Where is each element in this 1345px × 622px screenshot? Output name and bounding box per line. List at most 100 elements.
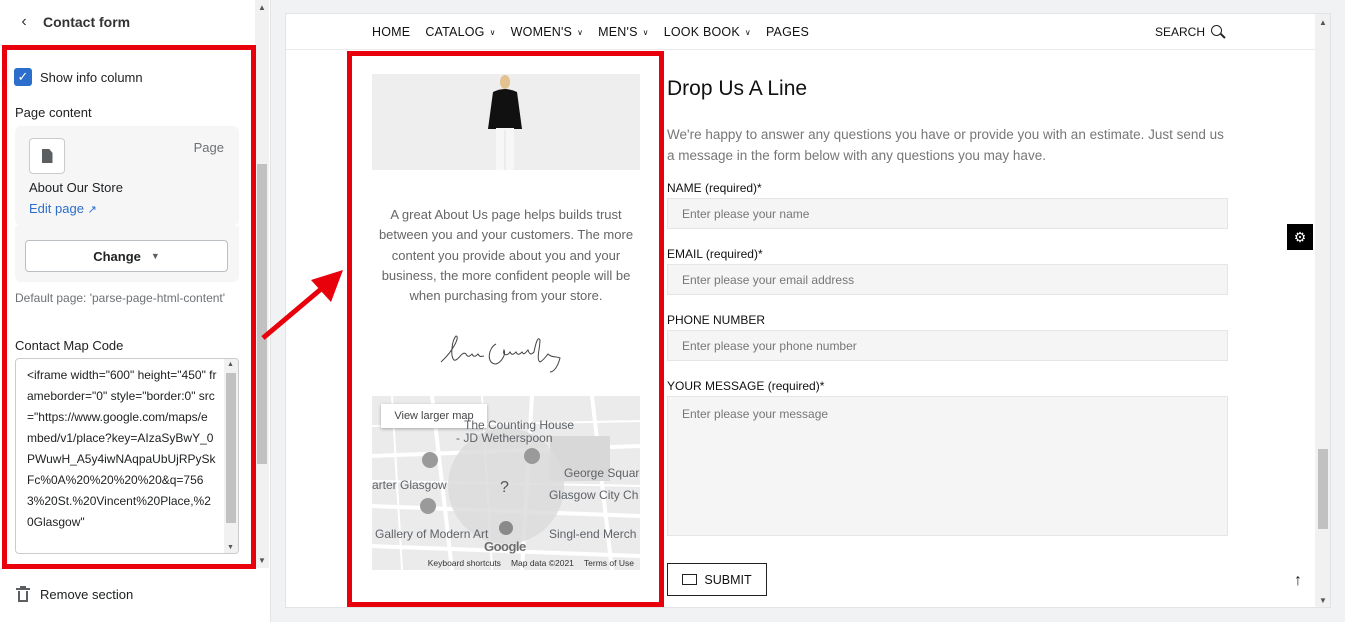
phone-field-label: PHONE NUMBER xyxy=(667,313,765,327)
nav-label: HOME xyxy=(372,25,411,39)
nav-item-womens[interactable]: WOMEN'S ∨ xyxy=(511,25,584,39)
caret-down-icon: ▼ xyxy=(150,251,160,261)
map-data-credit: Map data ©2021 xyxy=(510,558,574,568)
checkbox-check-icon[interactable]: ✓ xyxy=(14,68,32,86)
message-textarea[interactable]: Enter please your message xyxy=(667,396,1228,536)
scroll-up-arrow-icon[interactable]: ▲ xyxy=(258,3,266,12)
chevron-left-icon[interactable]: ‹ xyxy=(14,12,34,32)
map-place-label: Singl-end Merch xyxy=(549,527,637,541)
message-field-label: YOUR MESSAGE (required)* xyxy=(667,379,824,393)
map-code-value[interactable]: <iframe width="600" height="450" framebo… xyxy=(27,365,217,533)
arrow-up-icon[interactable]: ↑ xyxy=(1294,572,1302,590)
chevron-down-icon: ∨ xyxy=(642,28,649,37)
about-image xyxy=(372,74,640,170)
about-text: A great About Us page helps builds trust… xyxy=(378,207,634,304)
form-intro: We're happy to answer any questions you … xyxy=(667,127,1224,163)
search-button[interactable]: SEARCH xyxy=(1155,25,1226,39)
page-type-label: Page xyxy=(193,140,224,155)
phone-input[interactable]: Enter please your phone number xyxy=(667,330,1228,361)
terms-of-use-link[interactable]: Terms of Use xyxy=(584,558,634,568)
chevron-down-icon: ∨ xyxy=(577,28,584,37)
scroll-up-arrow-icon[interactable]: ▲ xyxy=(227,361,234,368)
svg-text:?: ? xyxy=(500,479,509,496)
trash-icon xyxy=(16,586,30,602)
textarea-scroll-thumb[interactable] xyxy=(226,373,236,523)
map-place-label: George Square xyxy=(564,466,640,480)
nav-menu: HOME CATALOG ∨ WOMEN'S ∨ MEN'S ∨ LOOK BOOK ∨… xyxy=(372,25,824,39)
sidebar-scrollbar[interactable]: ▲ ▼ xyxy=(255,0,269,568)
nav-label: PAGES xyxy=(765,25,810,39)
scroll-down-arrow-icon[interactable]: ▼ xyxy=(1319,596,1327,605)
field-label-text: NAME xyxy=(667,181,702,195)
map-footer: Keyboard shortcuts Map data ©2021 Terms … xyxy=(372,556,640,570)
field-label-text: PHONE NUMBER xyxy=(667,313,766,327)
field-qualifier: (required)* xyxy=(705,247,763,261)
show-info-column-label: Show info column xyxy=(40,69,143,85)
google-logo: Google xyxy=(484,539,526,554)
change-page-area: Change ▼ xyxy=(15,226,239,282)
gears-icon[interactable]: ⚙ xyxy=(1287,224,1313,250)
name-input[interactable]: Enter please your name xyxy=(667,198,1228,229)
field-label-text: EMAIL xyxy=(667,247,703,261)
preview-scroll-thumb[interactable] xyxy=(1318,449,1328,529)
submit-button[interactable]: SUBMIT xyxy=(667,563,767,596)
nav-label: CATALOG xyxy=(425,25,485,39)
remove-section-button[interactable]: Remove section xyxy=(16,586,133,602)
store-navigation: HOME CATALOG ∨ WOMEN'S ∨ MEN'S ∨ LOOK BOOK ∨… xyxy=(286,14,1315,50)
submit-label: SUBMIT xyxy=(704,572,752,587)
scroll-down-arrow-icon[interactable]: ▼ xyxy=(227,544,234,551)
page-name: About Our Store xyxy=(29,180,123,195)
nav-item-look-book[interactable]: LOOK BOOK ∨ xyxy=(664,25,751,39)
nav-item-mens[interactable]: MEN'S ∨ xyxy=(598,25,649,39)
panel-title: Contact form xyxy=(43,14,131,30)
signature-image xyxy=(440,335,561,373)
store-preview: HOME CATALOG ∨ WOMEN'S ∨ MEN'S ∨ LOOK BOOK ∨… xyxy=(285,13,1331,608)
model-photo xyxy=(372,74,640,170)
edit-page-label: Edit page xyxy=(29,201,84,216)
contact-map-code-textarea[interactable]: <iframe width="600" height="450" framebo… xyxy=(15,358,239,554)
page-picker-card: Page About Our Store Edit page ↗ xyxy=(15,126,239,226)
scroll-up-arrow-icon[interactable]: ▲ xyxy=(1319,18,1327,27)
contact-map-code-label: Contact Map Code xyxy=(15,338,124,353)
nav-label: MEN'S xyxy=(598,25,638,39)
page-content-label: Page content xyxy=(15,105,92,120)
scroll-down-arrow-icon[interactable]: ▼ xyxy=(258,556,266,565)
sidebar-header: ‹ Contact form xyxy=(0,0,255,44)
keyboard-shortcuts-link[interactable]: Keyboard shortcuts xyxy=(428,558,501,568)
field-label-text: YOUR MESSAGE xyxy=(667,379,765,393)
map-place-label: - JD Wetherspoon xyxy=(456,431,553,445)
email-input[interactable]: Enter please your email address xyxy=(667,264,1228,295)
search-icon xyxy=(1211,25,1226,39)
change-page-button[interactable]: Change ▼ xyxy=(25,240,228,272)
search-label: SEARCH xyxy=(1155,25,1206,39)
edit-page-link[interactable]: Edit page ↗ xyxy=(29,201,97,216)
name-field-label: NAME (required)* xyxy=(667,181,762,195)
chevron-down-icon: ∨ xyxy=(744,28,751,37)
store-map[interactable]: ? View larger map The Counting House - J… xyxy=(372,396,640,570)
sidebar-scroll-thumb[interactable] xyxy=(257,164,267,464)
map-place-label: arter Glasgow xyxy=(372,478,447,492)
field-qualifier: (required)* xyxy=(767,379,825,393)
nav-label: LOOK BOOK xyxy=(663,25,740,39)
form-title: Drop Us A Line xyxy=(667,77,808,100)
nav-label: WOMEN'S xyxy=(510,25,573,39)
settings-sidebar: ‹ Contact form ✓ Show info column Page c… xyxy=(0,0,271,622)
change-label: Change xyxy=(93,248,141,264)
field-qualifier: (required)* xyxy=(705,181,762,195)
email-field-label: EMAIL (required)* xyxy=(667,247,763,261)
chevron-down-icon: ∨ xyxy=(489,28,496,37)
textarea-scrollbar[interactable]: ▲ ▼ xyxy=(224,359,238,553)
map-place-label: Gallery of Modern Art xyxy=(375,527,489,541)
show-info-column-toggle[interactable]: ✓ Show info column xyxy=(14,68,143,86)
map-place-label: Glasgow City Ch xyxy=(549,488,639,502)
remove-section-label: Remove section xyxy=(40,586,134,602)
default-page-text: Default page: 'parse-page-html-content' xyxy=(15,291,226,305)
nav-item-home[interactable]: HOME xyxy=(372,25,410,39)
map-place-label: The Counting House xyxy=(464,418,575,432)
chat-icon xyxy=(682,574,698,585)
settings-scroll-area: ✓ Show info column Page content Page Abo… xyxy=(0,44,255,566)
preview-scrollbar[interactable]: ▲ ▼ xyxy=(1315,14,1330,607)
nav-item-pages[interactable]: PAGES xyxy=(766,25,809,39)
document-icon xyxy=(29,138,65,174)
nav-item-catalog[interactable]: CATALOG ∨ xyxy=(425,25,495,39)
